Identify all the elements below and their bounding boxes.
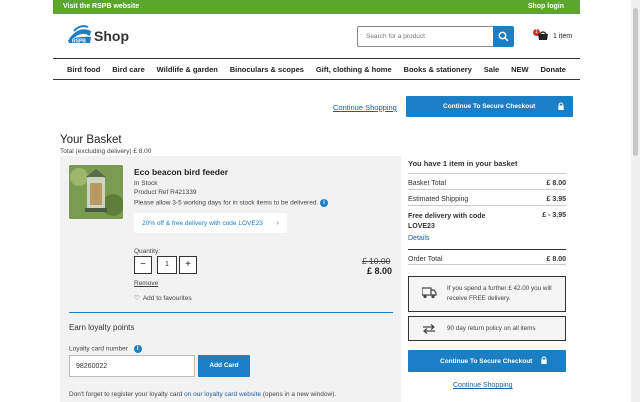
shop-login-link[interactable]: Shop login: [528, 3, 564, 10]
register-prefix: Don't forget to register your loyalty ca…: [69, 391, 183, 398]
nav-sale[interactable]: Sale: [484, 65, 499, 74]
summary-heading: You have 1 item in your basket: [408, 159, 518, 168]
order-summary: You have 1 item in your basket Basket To…: [408, 156, 573, 402]
shop-logo-text: Shop: [94, 28, 129, 44]
details-link[interactable]: Details: [408, 235, 429, 242]
summary-value: £ 3.95: [546, 196, 566, 203]
stock-status: In Stock: [134, 180, 158, 187]
summary-label: Free delivery with code LOVE23: [408, 213, 486, 230]
summary-value: £ 8.00: [546, 256, 566, 263]
secure-checkout-label-bottom: Continue To Secure Checkout: [440, 358, 533, 365]
basket-label: 1 item: [553, 33, 573, 40]
quantity-label: Quantity:: [134, 248, 161, 255]
add-to-favourites-label: Add to favourites: [142, 295, 192, 302]
loyalty-card-label: Loyalty card number i: [69, 345, 142, 353]
delivery-van-icon: [422, 287, 437, 299]
loyalty-card-label-text: Loyalty card number: [69, 345, 128, 353]
secure-checkout-button-top[interactable]: Continue To Secure Checkout: [406, 96, 573, 117]
loyalty-website-link[interactable]: on our loyalty card website: [184, 391, 261, 398]
promo-text: 20% off & free delivery with code LOVE23: [142, 220, 263, 227]
search-button[interactable]: [493, 26, 514, 47]
delivery-note: Please allow 3-5 working days for in sto…: [134, 199, 329, 207]
lock-icon: [558, 102, 564, 110]
returns-arrows-icon: [423, 324, 435, 334]
loyalty-card-value: 98260022: [76, 363, 108, 370]
summary-label: Estimated Shipping: [408, 196, 469, 203]
basket-items-panel: Eco beacon bird feeder In Stock Product …: [60, 156, 401, 402]
secure-checkout-button-bottom[interactable]: Continue To Secure Checkout: [408, 350, 566, 372]
add-to-favourites-link[interactable]: ♡ Add to favourites: [134, 294, 192, 302]
original-price: £ 10.00: [362, 256, 391, 266]
basket-total-excluding-delivery: Total (excluding delivery) £ 8.00: [60, 148, 152, 155]
summary-divider: [408, 264, 566, 265]
heart-icon: ♡: [134, 295, 140, 302]
continue-shopping-link-top[interactable]: Continue Shopping: [333, 103, 397, 112]
info-icon[interactable]: i: [320, 199, 329, 207]
top-bar: Visit the RSPB website Shop login: [53, 0, 580, 14]
current-price: £ 8.00: [367, 266, 393, 276]
page: Visit the RSPB website Shop login RSPB S…: [0, 0, 640, 402]
returns-message: 90 day return policy on all items: [408, 316, 566, 341]
promo-link[interactable]: 20% off & free delivery with code LOVE23…: [134, 213, 287, 233]
info-icon[interactable]: i: [133, 345, 142, 353]
scrollbar-thumb[interactable]: [633, 8, 638, 156]
rspb-shop-logo[interactable]: RSPB Shop: [66, 22, 129, 49]
register-loyalty-note: Don't forget to register your loyalty ca…: [69, 391, 336, 398]
nav-books-stationery[interactable]: Books & stationery: [404, 65, 472, 74]
search-placeholder: Search for a product: [366, 33, 425, 40]
free-delivery-message: If you spend a further £ 42.00 you will …: [408, 276, 566, 312]
quantity-increase-button[interactable]: +: [179, 256, 197, 274]
quantity-decrease-button[interactable]: −: [134, 256, 152, 274]
section-divider: [69, 312, 393, 313]
summary-value: £ - 3.95: [542, 212, 566, 219]
shop-page: Visit the RSPB website Shop login RSPB S…: [53, 0, 580, 402]
product-name[interactable]: Eco beacon bird feeder: [134, 167, 228, 177]
search-input[interactable]: Search for a product: [357, 26, 495, 47]
rspb-website-link[interactable]: Visit the RSPB website: [63, 3, 139, 10]
loyalty-card-input[interactable]: 98260022: [69, 355, 195, 377]
continue-shopping-link-bottom[interactable]: Continue Shopping: [453, 382, 513, 389]
summary-row-order-total: Order Total £ 8.00: [408, 249, 566, 264]
nav-donate[interactable]: Donate: [541, 65, 566, 74]
loyalty-heading: Earn loyalty points: [69, 323, 135, 332]
returns-text: 90 day return policy on all items: [447, 325, 536, 332]
summary-row-free-delivery: Free delivery with code LOVE23 £ - 3.95 …: [408, 205, 566, 250]
search-icon: [498, 31, 509, 42]
nav-binoculars-scopes[interactable]: Binoculars & scopes: [230, 65, 304, 74]
product-image[interactable]: [69, 165, 123, 219]
free-delivery-text: If you spend a further £ 42.00 you will …: [447, 285, 552, 302]
summary-row-shipping: Estimated Shipping £ 3.95: [408, 189, 566, 205]
nav-wildlife-garden[interactable]: Wildlife & garden: [157, 65, 218, 74]
main-nav: Bird food Bird care Wildlife & garden Bi…: [53, 58, 580, 80]
basket-icon: [538, 31, 548, 40]
summary-label: Order Total: [408, 256, 443, 263]
page-scrollbar[interactable]: [631, 0, 640, 402]
chevron-right-icon: ›: [276, 218, 279, 227]
nav-new[interactable]: NEW: [511, 65, 529, 74]
lock-icon: [541, 356, 547, 364]
basket-link[interactable]: 1 1 item: [533, 29, 573, 44]
page-title: Your Basket: [60, 134, 122, 146]
secure-checkout-label-top: Continue To Secure Checkout: [443, 103, 536, 110]
register-suffix: (opens in a new window).: [262, 391, 337, 398]
bird-feeder-image: [69, 165, 123, 219]
remove-item-link[interactable]: Remove: [134, 280, 158, 287]
nav-bird-food[interactable]: Bird food: [67, 65, 100, 74]
product-ref: Product Ref R421339: [134, 189, 197, 196]
summary-row-basket-total: Basket Total £ 8.00: [408, 173, 566, 190]
add-card-button[interactable]: Add Card: [198, 355, 250, 377]
quantity-input[interactable]: 1: [157, 256, 177, 274]
nav-bird-care[interactable]: Bird care: [112, 65, 145, 74]
summary-label: Basket Total: [408, 180, 447, 187]
rspb-logo-icon: RSPB: [67, 23, 91, 47]
rspb-logo-text: RSPB: [72, 39, 86, 45]
nav-gift-clothing-home[interactable]: Gift, clothing & home: [316, 65, 392, 74]
delivery-note-text: Please allow 3-5 working days for in sto…: [134, 199, 319, 207]
summary-value: £ 8.00: [546, 180, 566, 187]
